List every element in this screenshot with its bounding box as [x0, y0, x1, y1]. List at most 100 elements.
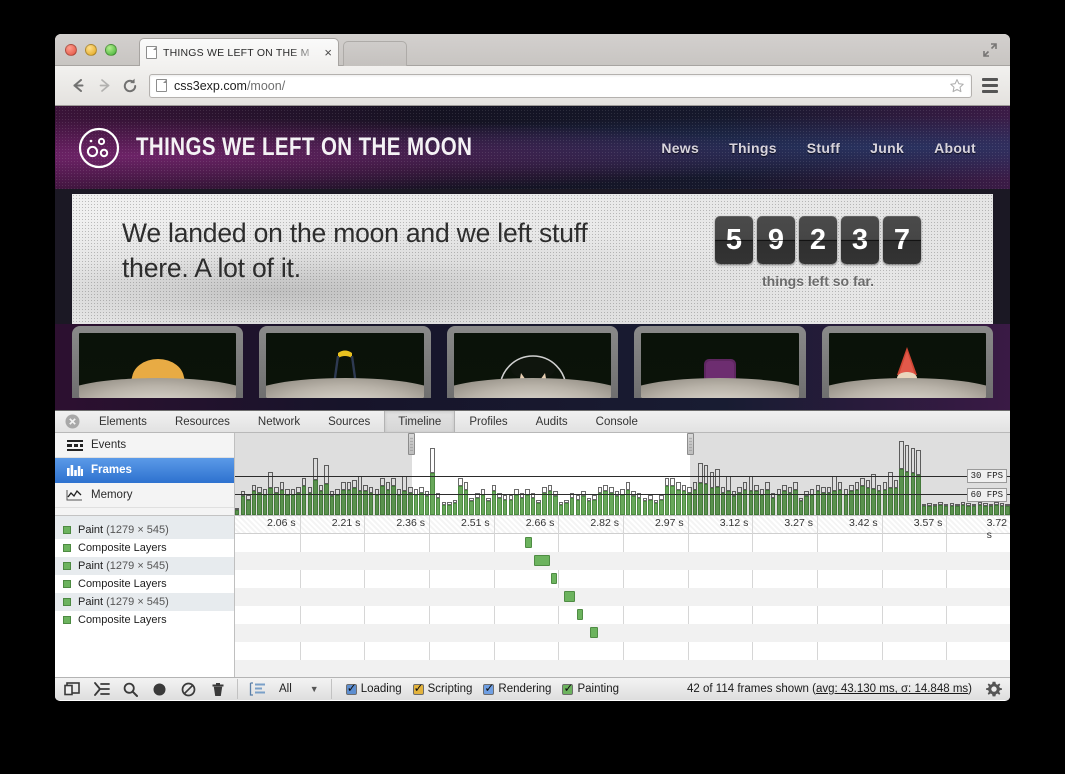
nav-link-stuff[interactable]: Stuff — [807, 140, 840, 156]
timeline-row — [235, 624, 1010, 642]
timeline-event-block[interactable] — [590, 627, 598, 638]
gear-icon[interactable] — [982, 681, 1006, 697]
tab-sources[interactable]: Sources — [314, 411, 384, 432]
filter-painting[interactable]: Painting — [562, 683, 619, 695]
timeline-row — [235, 534, 1010, 552]
timeline-event-block[interactable] — [577, 609, 583, 620]
timeline-event-block[interactable] — [525, 537, 532, 548]
thumbnail-card-chair[interactable] — [634, 326, 805, 398]
thumbnail-card-lamp[interactable] — [259, 326, 430, 398]
show-console-icon[interactable] — [88, 678, 115, 700]
search-icon[interactable] — [117, 678, 144, 700]
record-color-swatch — [63, 544, 71, 552]
fps-30-label: 30 FPS — [967, 469, 1007, 483]
nav-link-things[interactable]: Things — [729, 140, 777, 156]
maximize-icon[interactable] — [982, 42, 998, 58]
time-tick-label: 3.57 s — [914, 517, 947, 529]
mode-memory[interactable]: Memory — [55, 483, 234, 508]
record-label: Composite Layers — [78, 578, 167, 590]
record-circle-icon[interactable] — [146, 678, 173, 700]
bookmark-star-icon[interactable] — [949, 78, 965, 94]
no-entry-icon[interactable] — [175, 678, 202, 700]
dock-to-side-icon[interactable] — [59, 678, 86, 700]
page-favicon-icon — [146, 46, 157, 59]
frame-bar — [419, 487, 423, 515]
frame-bar — [564, 500, 568, 515]
thumbnail-card-donut[interactable] — [72, 326, 243, 398]
frames-overview-graph[interactable]: 30 FPS 60 FPS — [235, 433, 1010, 514]
record-list-item[interactable]: Composite Layers — [55, 539, 234, 557]
frame-bar — [620, 489, 624, 515]
frame-bar — [414, 489, 418, 515]
record-list-item[interactable]: Paint (1279 × 545) — [55, 593, 234, 611]
tab-network[interactable]: Network — [244, 411, 314, 432]
frame-bar — [436, 493, 440, 515]
record-list-item[interactable]: Paint (1279 × 545) — [55, 521, 234, 539]
checkbox-icon[interactable] — [413, 684, 424, 695]
category-filters: Loading Scripting Rendering Painting — [346, 683, 619, 695]
frame-bar — [503, 495, 507, 515]
tab-resources[interactable]: Resources — [161, 411, 244, 432]
timeline-event-block[interactable] — [564, 591, 575, 602]
nav-link-news[interactable]: News — [661, 140, 699, 156]
record-timeline-grid[interactable]: 2.06 s2.21 s2.36 s2.51 s2.66 s2.82 s2.97… — [235, 516, 1010, 677]
hamburger-menu-icon[interactable] — [980, 78, 1000, 93]
filter-scripting[interactable]: Scripting — [413, 683, 473, 695]
thumbnail-card-gnome[interactable] — [822, 326, 993, 398]
close-window-button[interactable] — [65, 44, 77, 56]
overview-dim-right — [690, 433, 1010, 514]
frame-bar — [531, 493, 535, 515]
time-tick-label: 2.21 s — [332, 517, 365, 529]
timeline-records: Paint (1279 × 545)Composite LayersPaint … — [55, 516, 1010, 677]
timeline-event-block[interactable] — [534, 555, 549, 566]
address-bar[interactable]: css3exp.com/moon/ — [149, 74, 972, 98]
counter-digit: 5 — [715, 216, 753, 264]
tab-audits[interactable]: Audits — [522, 411, 582, 432]
frame-bar — [682, 485, 686, 515]
frames-summary-suffix: ) — [968, 683, 972, 695]
tab-timeline[interactable]: Timeline — [384, 411, 455, 432]
checkbox-icon[interactable] — [562, 684, 573, 695]
tab-console[interactable]: Console — [582, 411, 652, 432]
toolbar-divider — [237, 679, 238, 699]
frame-bar — [447, 502, 451, 515]
filter-select[interactable]: All ▼ — [273, 679, 325, 699]
filter-label: Loading — [361, 683, 402, 695]
record-label: Paint — [78, 524, 103, 536]
minimize-window-button[interactable] — [85, 44, 97, 56]
frame-bar — [637, 493, 641, 515]
filter-rendering[interactable]: Rendering — [483, 683, 551, 695]
timeline-row — [235, 570, 1010, 588]
browser-tab-active[interactable]: THINGS WE LEFT ON THE M × — [139, 38, 339, 66]
frame-bar — [536, 500, 540, 515]
timeline-row — [235, 642, 1010, 660]
zoom-window-button[interactable] — [105, 44, 117, 56]
reload-icon[interactable] — [117, 73, 143, 99]
trash-icon[interactable] — [204, 678, 231, 700]
checkbox-icon[interactable] — [346, 684, 357, 695]
record-list-item[interactable]: Composite Layers — [55, 611, 234, 629]
new-tab-button[interactable] — [343, 41, 407, 66]
nav-link-about[interactable]: About — [934, 140, 976, 156]
back-arrow-icon[interactable] — [65, 73, 91, 99]
nav-link-junk[interactable]: Junk — [870, 140, 904, 156]
frame-bar — [486, 498, 490, 515]
close-circle-icon[interactable] — [59, 411, 85, 432]
close-icon[interactable]: × — [322, 46, 332, 59]
record-detail: (1279 × 545) — [103, 596, 169, 608]
timeline-event-block[interactable] — [551, 573, 557, 584]
thumbnail-card-cat[interactable] — [447, 326, 618, 398]
glue-records-icon[interactable] — [244, 678, 271, 700]
tab-elements[interactable]: Elements — [85, 411, 161, 432]
record-list-item[interactable]: Paint (1279 × 545) — [55, 557, 234, 575]
mode-frames[interactable]: Frames — [55, 458, 234, 483]
checkbox-icon[interactable] — [483, 684, 494, 695]
tab-profiles[interactable]: Profiles — [455, 411, 521, 432]
page-favicon-icon — [156, 79, 167, 92]
filter-loading[interactable]: Loading — [346, 683, 402, 695]
record-label: Composite Layers — [78, 542, 167, 554]
mode-events[interactable]: Events — [55, 433, 234, 458]
record-list-item[interactable]: Composite Layers — [55, 575, 234, 593]
frame-bar — [570, 493, 574, 515]
forward-arrow-icon[interactable] — [91, 73, 117, 99]
